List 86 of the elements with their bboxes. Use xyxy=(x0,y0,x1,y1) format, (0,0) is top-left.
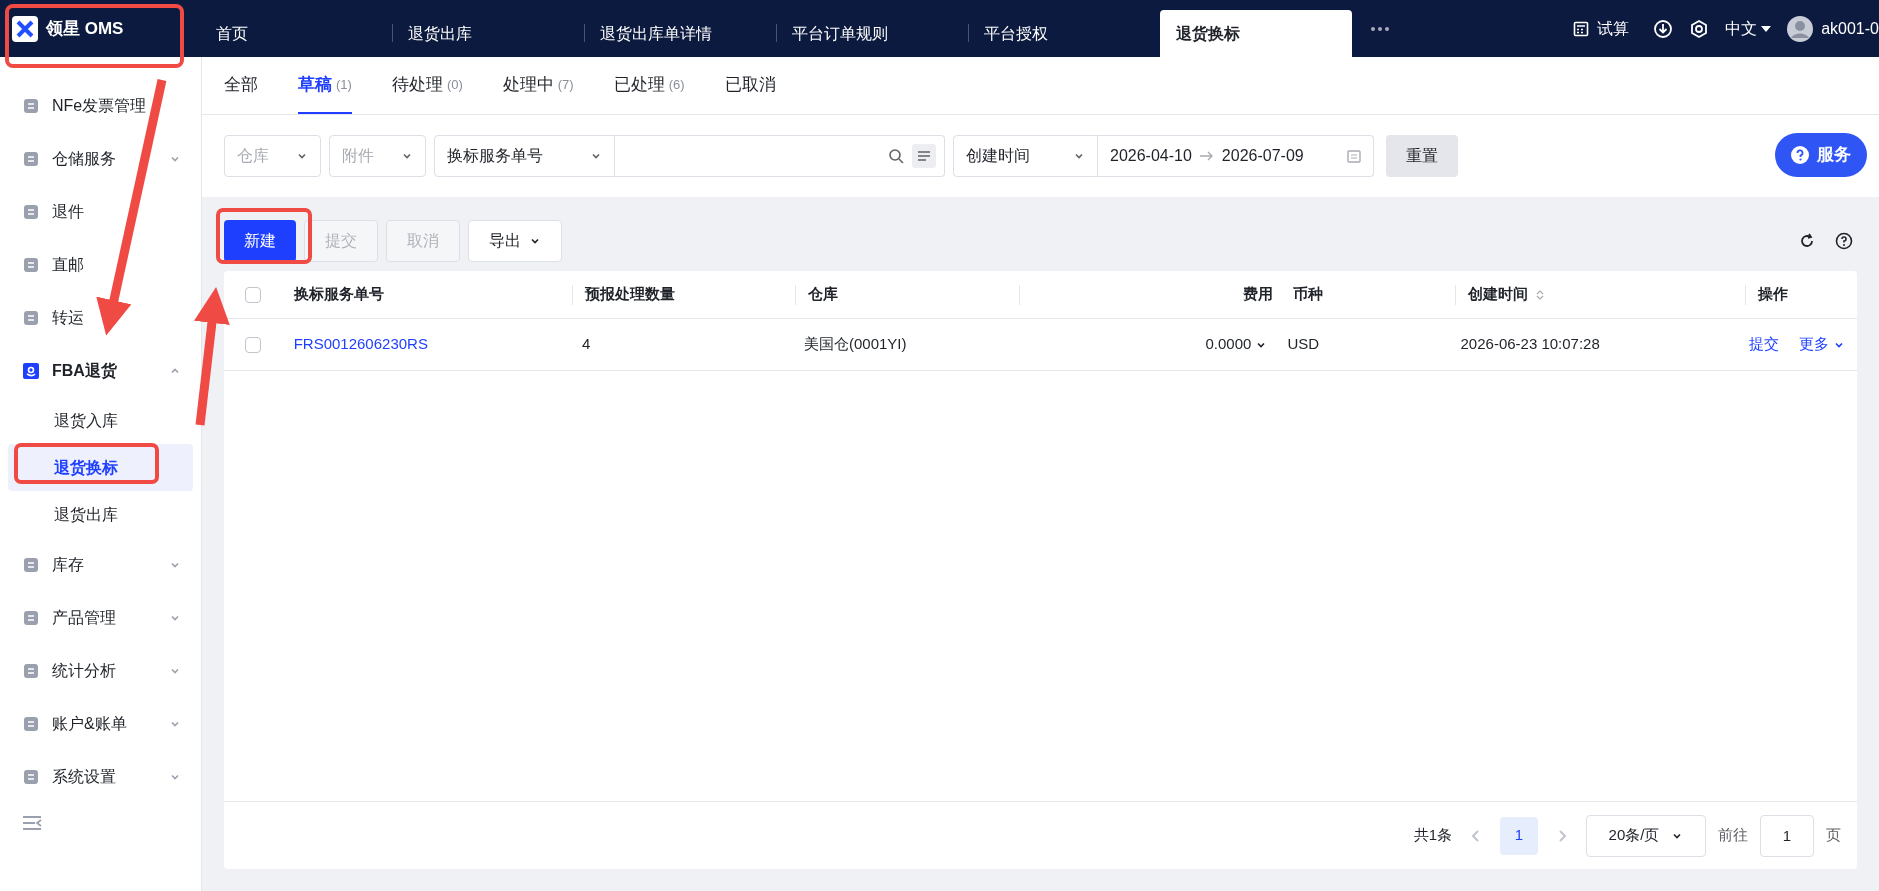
page-tab[interactable]: 退货出库单详情 xyxy=(584,10,776,57)
column-header[interactable]: 仓库 xyxy=(808,283,838,306)
calculator-icon xyxy=(1573,20,1590,37)
list-icon xyxy=(912,144,936,168)
table-cell-text: 美国仓(0001YI) xyxy=(803,334,907,355)
sidebar-item[interactable]: 退件 xyxy=(0,185,201,238)
sidebar-subitem[interactable]: 退货出库 xyxy=(8,491,193,538)
menu-icon xyxy=(22,608,40,627)
logo-text: 领星 OMS xyxy=(46,17,124,40)
page-suffix: 页 xyxy=(1826,825,1841,846)
sidebar-item[interactable]: 转运 xyxy=(0,291,201,344)
download-icon xyxy=(1653,18,1674,39)
sidebar-item[interactable]: 统计分析 xyxy=(0,644,201,697)
column-header[interactable]: 换标服务单号 xyxy=(294,283,384,306)
refresh-icon[interactable] xyxy=(1799,233,1815,249)
menu-icon xyxy=(22,361,40,380)
toolbar-button[interactable]: 导出 xyxy=(468,220,562,262)
menu-icon xyxy=(22,96,40,115)
more-link[interactable]: 更多 xyxy=(1798,333,1845,356)
table-cell-text: USD xyxy=(1287,334,1320,355)
column-header[interactable]: 操作 xyxy=(1758,283,1788,306)
fee-dropdown[interactable]: 0.0000 xyxy=(1205,333,1268,356)
status-tab[interactable]: 待处理 (0) xyxy=(391,57,463,114)
date-range-field[interactable]: 2026-04-10 2026-07-09 xyxy=(1098,135,1374,177)
sort-icon xyxy=(1536,288,1544,301)
page-size-select[interactable]: 20条/页 xyxy=(1586,814,1706,857)
table-cell-text: 4 xyxy=(582,334,591,355)
table-cell-text: 2026-06-23 10:07:28 xyxy=(1460,334,1600,355)
column-header[interactable]: 创建时间 xyxy=(1468,283,1528,306)
search-type-select[interactable]: 换标服务单号 xyxy=(434,135,615,177)
page-tab[interactable]: 退货换标 xyxy=(1160,10,1352,57)
row-checkbox[interactable] xyxy=(244,336,261,353)
sidebar-item[interactable]: 产品管理 xyxy=(0,591,201,644)
menu-icon xyxy=(22,767,40,786)
menu-icon xyxy=(22,202,40,221)
reset-button[interactable]: 重置 xyxy=(1386,135,1458,177)
sidebar-item[interactable]: FBA退货 xyxy=(0,344,201,397)
language-select[interactable]: 中文 xyxy=(1725,16,1772,41)
search-icon xyxy=(888,148,904,164)
select-all-checkbox[interactable] xyxy=(245,286,261,303)
page-tab[interactable]: 平台授权 xyxy=(968,10,1160,57)
sidebar-item[interactable]: NFe发票管理 xyxy=(0,79,201,132)
page-tab[interactable]: 首页 xyxy=(200,10,392,57)
dropdown-icon xyxy=(1761,25,1772,32)
menu-icon xyxy=(22,661,40,680)
date-type-select[interactable]: 创建时间 xyxy=(953,135,1098,177)
menu-icon xyxy=(22,714,40,733)
help-icon xyxy=(1791,146,1809,164)
sidebar-subitem[interactable]: 退货入库 xyxy=(8,397,193,444)
page-input[interactable]: 1 xyxy=(1760,814,1814,857)
collapse-menu-icon xyxy=(22,815,42,831)
sidebar-item[interactable]: 库存 xyxy=(0,538,201,591)
page-tab[interactable]: 平台订单规则 xyxy=(776,10,968,57)
sidebar-item[interactable]: 仓储服务 xyxy=(0,132,201,185)
more-icon xyxy=(1368,25,1392,32)
toolbar-button[interactable]: 新建 xyxy=(224,220,296,262)
arrow-icon xyxy=(1199,151,1214,161)
total-count: 共1条 xyxy=(1413,825,1452,846)
help-icon[interactable] xyxy=(1835,232,1853,250)
menu-icon xyxy=(22,308,40,327)
status-tab[interactable]: 已处理 (6) xyxy=(613,57,685,114)
settings-icon xyxy=(1689,18,1710,39)
avatar-icon xyxy=(1787,15,1814,42)
search-field[interactable] xyxy=(615,135,945,177)
calendar-icon xyxy=(1347,149,1361,163)
menu-icon xyxy=(22,555,40,574)
submit-link[interactable]: 提交 xyxy=(1748,333,1779,356)
sidebar-item[interactable]: 系统设置 xyxy=(0,750,201,803)
calculate-link[interactable]: 试算 xyxy=(1597,16,1630,41)
status-tab[interactable]: 全部 xyxy=(224,57,258,114)
status-tab[interactable]: 已取消 xyxy=(724,57,776,114)
goto-label: 前往 xyxy=(1718,825,1748,846)
user-name[interactable]: ak001-0 xyxy=(1821,16,1879,41)
sidebar-item[interactable]: 直邮 xyxy=(0,238,201,291)
service-button[interactable]: 服务 xyxy=(1775,133,1867,177)
page-button[interactable]: 1 xyxy=(1500,816,1538,855)
order-link[interactable]: FRS0012606230RS xyxy=(293,333,428,356)
column-header[interactable]: 费用 xyxy=(1243,283,1273,306)
status-tab[interactable]: 处理中 (7) xyxy=(502,57,574,114)
page-tab[interactable]: 退货出库 xyxy=(392,10,584,57)
logo-icon xyxy=(12,15,38,42)
sidebar-item[interactable]: 账户&账单 xyxy=(0,697,201,750)
column-header[interactable]: 币种 xyxy=(1293,283,1323,306)
column-header[interactable]: 预报处理数量 xyxy=(585,283,675,306)
menu-icon xyxy=(22,255,40,274)
menu-icon xyxy=(22,149,40,168)
